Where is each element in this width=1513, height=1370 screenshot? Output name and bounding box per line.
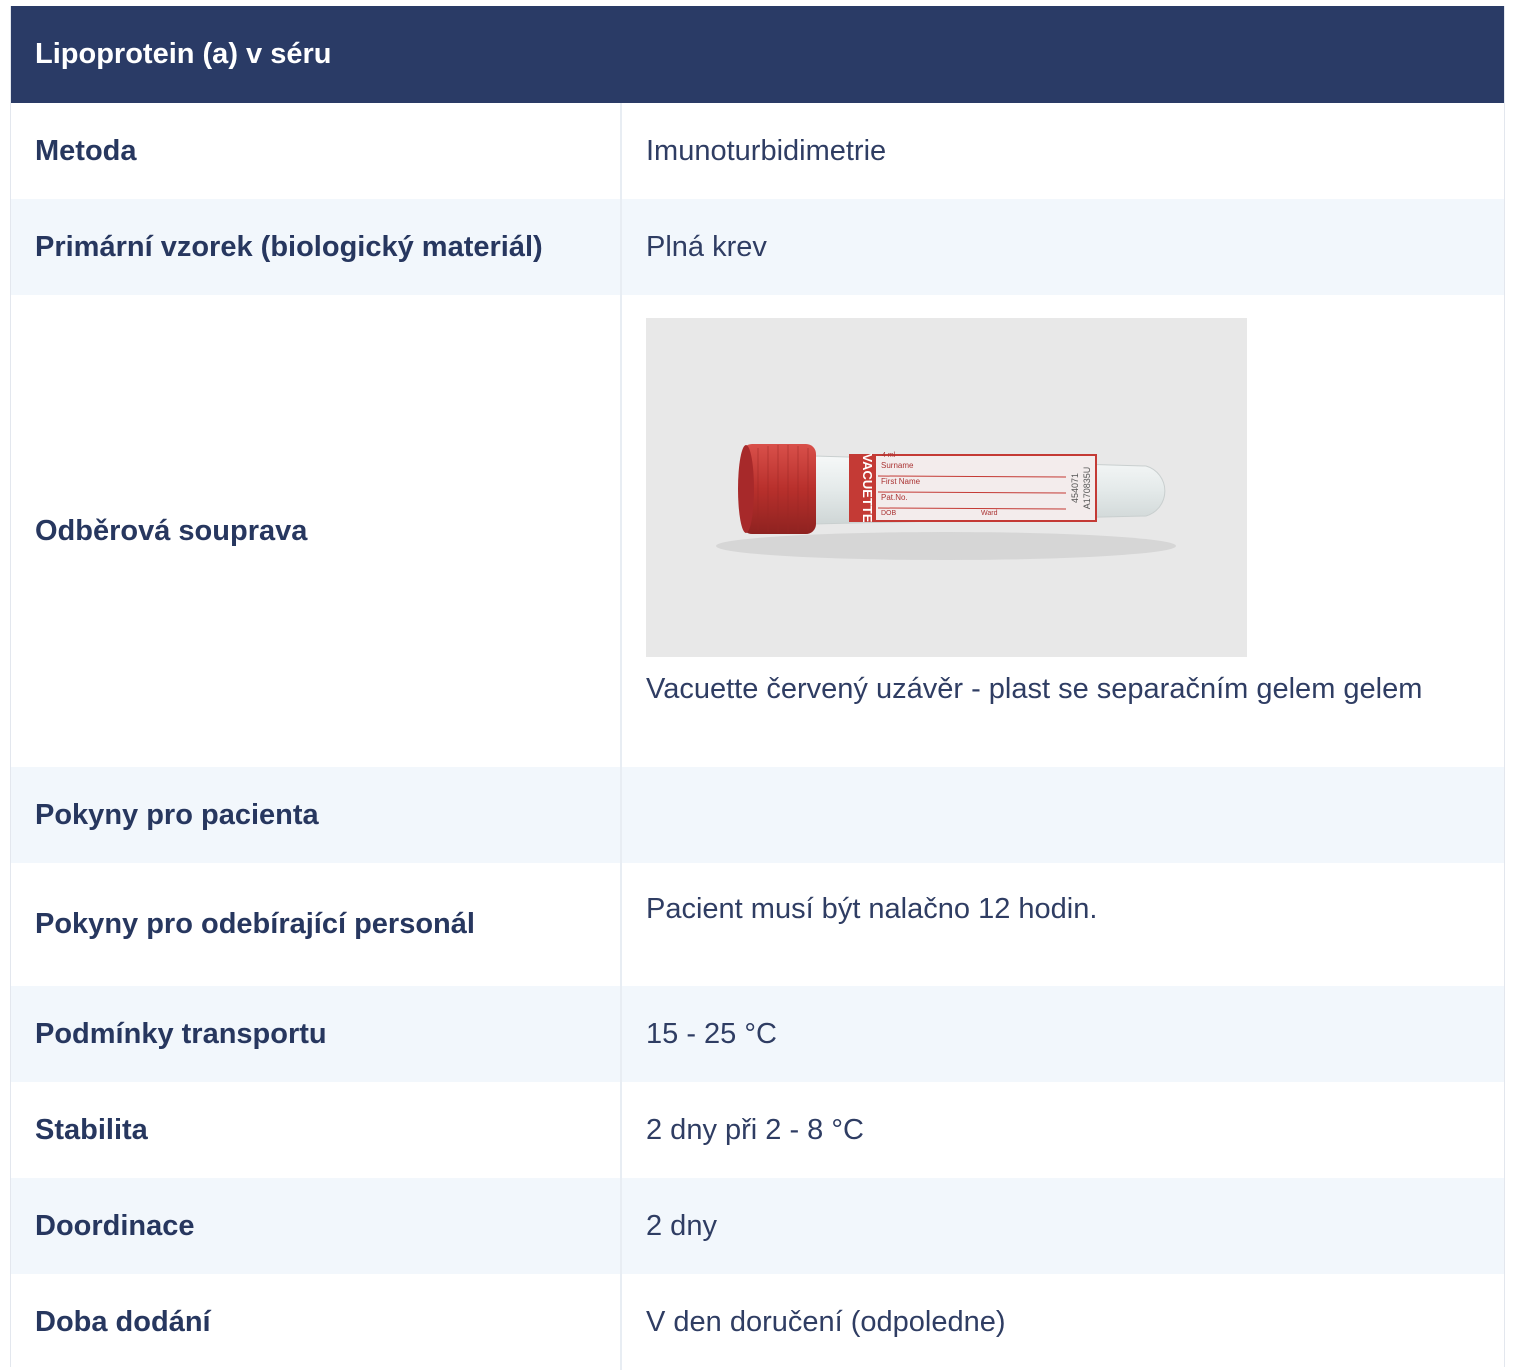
row-staff-instructions: Pokyny pro odebírající personál Pacient … (11, 863, 1504, 986)
row-label: Pokyny pro pacienta (11, 767, 622, 863)
row-value (622, 767, 1504, 863)
label-field: DOB (881, 510, 897, 517)
blood-tube-illustration: VACUETTE Surname First Name Pat.No. DOB … (716, 444, 1176, 560)
row-value: Imunoturbidimetrie (646, 134, 887, 167)
row-label: Metoda (11, 103, 622, 199)
row-label: Primární vzorek (biologický materiál) (11, 199, 622, 295)
label-field: First Name (881, 477, 921, 486)
row-label: Doordinace (11, 1178, 622, 1274)
shadow (716, 532, 1176, 560)
row-transport-conditions: Podmínky transportu 15 - 25 °C (11, 986, 1504, 1082)
label-brand: VACUETTE (860, 453, 875, 522)
card-title: Lipoprotein (a) v séru (11, 6, 1504, 103)
row-label: Odběrová souprava (11, 295, 622, 767)
row-value: Pacient musí být nalačno 12 hodin. (646, 893, 1098, 925)
cap-end (738, 445, 754, 533)
collection-kit-caption: Vacuette červený uzávěr - plast se separ… (646, 673, 1423, 705)
row-value: 2 dny (646, 1209, 717, 1242)
row-label: Pokyny pro odebírající personál (11, 863, 622, 986)
row-label: Stabilita (11, 1082, 622, 1178)
vacuette-tube-image: VACUETTE Surname First Name Pat.No. DOB … (646, 318, 1247, 657)
label-code: A170835U (1082, 467, 1092, 510)
label-volume: 4 ml (882, 452, 896, 459)
row-label: Podmínky transportu (11, 986, 622, 1082)
row-value: 15 - 25 °C (646, 1017, 777, 1050)
row-value: Plná krev (646, 230, 767, 263)
label-field: Ward (981, 510, 998, 517)
row-additional-order: Doordinace 2 dny (11, 1178, 1504, 1274)
row-primary-sample: Primární vzorek (biologický materiál) Pl… (11, 199, 1504, 295)
row-patient-instructions: Pokyny pro pacienta (11, 767, 1504, 863)
lab-test-card: Lipoprotein (a) v séru Metoda Imunoturbi… (10, 6, 1505, 1370)
row-label: Doba dodání (11, 1274, 622, 1370)
row-value: VACUETTE Surname First Name Pat.No. DOB … (622, 295, 1504, 767)
label-field: Surname (881, 461, 914, 470)
row-value: 2 dny při 2 - 8 °C (646, 1113, 864, 1146)
row-turnaround-time: Doba dodání V den doručení (odpoledne) (11, 1274, 1504, 1370)
row-value: V den doručení (odpoledne) (646, 1305, 1006, 1338)
row-collection-kit: Odběrová souprava VACUETTE Surname First… (11, 295, 1504, 767)
test-name: Lipoprotein (a) v séru (35, 38, 332, 70)
row-stability: Stabilita 2 dny při 2 - 8 °C (11, 1082, 1504, 1178)
label-field: Pat.No. (881, 493, 908, 502)
label-code: 454071 (1070, 473, 1080, 503)
row-method: Metoda Imunoturbidimetrie (11, 103, 1504, 199)
